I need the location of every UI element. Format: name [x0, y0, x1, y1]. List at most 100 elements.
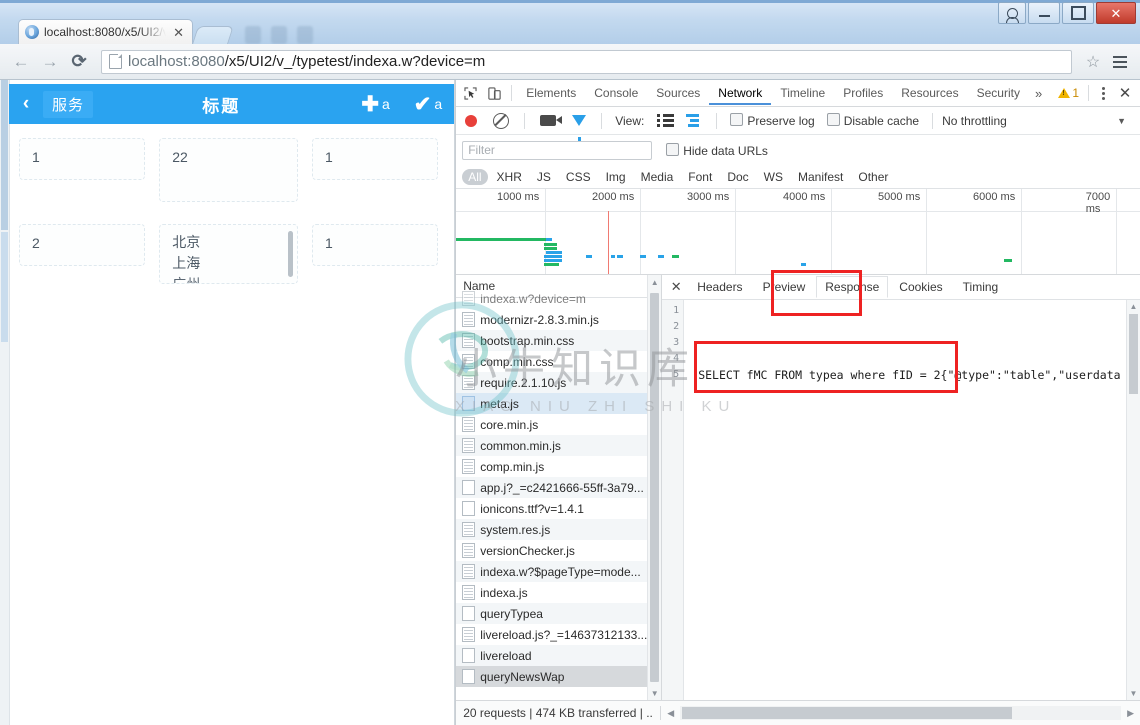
field-row1-col2[interactable]: 22	[159, 138, 298, 202]
type-filter-manifest[interactable]: Manifest	[792, 169, 849, 185]
request-row[interactable]: livereload	[456, 645, 662, 666]
field-row2-col1[interactable]: 2	[19, 224, 146, 266]
preserve-log-checkbox[interactable]	[730, 113, 744, 126]
scroll-up-icon[interactable]: ▲	[1127, 300, 1140, 313]
restore-button[interactable]	[1062, 2, 1094, 24]
request-list[interactable]: indexa.w?device=m modernizr-2.8.3.min.js b…	[456, 288, 662, 700]
close-button[interactable]: ✕	[1096, 2, 1136, 24]
request-row[interactable]: indexa.js	[456, 582, 661, 603]
address-bar[interactable]: localhost:8080/x5/UI2/v_/typetest/indexa…	[101, 49, 1072, 74]
preserve-log-option[interactable]: Preserve log	[730, 113, 815, 128]
scroll-down-icon[interactable]: ▼	[1127, 687, 1140, 700]
request-row[interactable]: system.res.js	[456, 519, 662, 540]
add-button[interactable]: ✚ a	[349, 94, 401, 115]
request-row[interactable]: versionChecker.js	[456, 540, 661, 561]
request-row[interactable]: bootstrap.min.css	[456, 330, 662, 351]
detail-close-icon[interactable]: ✕	[666, 279, 686, 295]
devtools-close-icon[interactable]: ✕	[1112, 84, 1138, 102]
clear-icon[interactable]	[493, 112, 510, 129]
scrollbar-thumb[interactable]	[650, 293, 660, 682]
list-view-icon[interactable]	[657, 114, 675, 127]
request-row[interactable]: comp.min.css	[456, 351, 661, 372]
tab-timeline[interactable]: Timeline	[771, 82, 834, 105]
minimize-button[interactable]	[1028, 2, 1060, 24]
more-tabs-icon[interactable]: »	[1029, 86, 1048, 101]
tab-console[interactable]: Console	[585, 82, 647, 105]
back-icon[interactable]: ←	[8, 49, 34, 75]
detail-tab-response[interactable]: Response	[816, 276, 889, 298]
field-row1-col1[interactable]: 1	[19, 138, 146, 180]
disable-cache-option[interactable]: Disable cache	[826, 113, 919, 128]
horizontal-scrollbar[interactable]	[680, 706, 1122, 720]
chevron-down-icon[interactable]: ▼	[1117, 116, 1126, 126]
list-item[interactable]: 广州	[172, 274, 285, 283]
scroll-right-icon[interactable]: ▶	[1127, 708, 1134, 719]
filter-icon[interactable]	[572, 115, 587, 141]
request-row[interactable]: queryTypea	[456, 603, 662, 624]
hide-data-urls-checkbox[interactable]	[666, 142, 680, 156]
list-item[interactable]: 北京	[172, 232, 285, 253]
inspect-element-icon[interactable]	[458, 81, 482, 105]
hide-data-urls-option[interactable]: Hide data URLs	[666, 142, 768, 158]
scroll-down-icon[interactable]: ▼	[648, 686, 661, 700]
warning-badge[interactable]: 1	[1054, 86, 1083, 100]
tab-resources[interactable]: Resources	[892, 82, 967, 105]
service-button[interactable]: 服务	[43, 90, 94, 118]
type-filter-doc[interactable]: Doc	[721, 169, 754, 185]
tab-sources[interactable]: Sources	[647, 82, 709, 105]
hamburger-menu-icon[interactable]	[1108, 50, 1132, 74]
request-row[interactable]: comp.min.js	[456, 456, 661, 477]
devtools-menu-icon[interactable]	[1094, 86, 1112, 100]
detail-tab-preview[interactable]: Preview	[754, 276, 815, 298]
tab-security[interactable]: Security	[968, 82, 1029, 105]
tab-elements[interactable]: Elements	[517, 82, 585, 105]
scroll-left-icon[interactable]: ◀	[667, 708, 674, 719]
request-row[interactable]: ionicons.ttf?v=1.4.1	[456, 498, 661, 519]
type-filter-other[interactable]: Other	[852, 169, 894, 185]
request-row[interactable]: app.j?_=c2421666-55ff-3a79...	[456, 477, 662, 498]
request-row[interactable]: indexa.w?device=m	[456, 288, 661, 309]
type-filter-ws[interactable]: WS	[758, 169, 789, 185]
type-filter-xhr[interactable]: XHR	[491, 169, 528, 185]
detail-tab-headers[interactable]: Headers	[688, 276, 751, 298]
detail-tab-timing[interactable]: Timing	[954, 276, 1008, 298]
type-filter-css[interactable]: CSS	[560, 169, 597, 185]
back-chevron-icon[interactable]: ‹	[9, 93, 43, 115]
request-row[interactable]: modernizr-2.8.3.min.js	[456, 309, 661, 330]
scrollbar-thumb[interactable]	[1, 80, 8, 230]
tab-profiles[interactable]: Profiles	[834, 82, 892, 105]
request-row[interactable]: common.min.js	[456, 435, 662, 456]
tab-close-icon[interactable]: ✕	[171, 26, 186, 39]
scrollbar-thumb[interactable]	[1129, 314, 1138, 394]
scrollbar-thumb[interactable]	[682, 707, 1013, 719]
field-row1-col3[interactable]: 1	[311, 138, 439, 180]
type-filter-img[interactable]: Img	[600, 169, 632, 185]
detail-tab-cookies[interactable]: Cookies	[890, 276, 951, 298]
device-toolbar-icon[interactable]	[482, 81, 506, 105]
new-tab-button[interactable]	[192, 26, 234, 44]
reload-icon[interactable]: ⟳	[66, 49, 92, 75]
type-filter-all[interactable]: All	[462, 168, 488, 185]
scroll-up-icon[interactable]: ▲	[648, 275, 661, 289]
capture-screenshots-icon[interactable]	[540, 115, 563, 126]
record-icon[interactable]	[465, 114, 478, 127]
forward-icon[interactable]: →	[37, 49, 63, 75]
throttling-select[interactable]: No throttling	[942, 114, 1007, 128]
type-filter-js[interactable]: JS	[531, 169, 557, 185]
request-row[interactable]: indexa.w?$pageType=mode...	[456, 561, 662, 582]
scrollbar-thumb-secondary[interactable]	[1, 232, 8, 342]
request-list-scrollbar[interactable]: ▲ ▼	[647, 275, 662, 700]
network-overview-timeline[interactable]: 1000 ms 2000 ms 3000 ms 4000 ms 5000 ms 6000 …	[456, 189, 1140, 275]
list-item[interactable]: 上海	[172, 253, 285, 274]
request-row[interactable]: livereload.js?_=14637312133...	[456, 624, 661, 645]
tab-network[interactable]: Network	[709, 82, 772, 105]
bookmark-star-icon[interactable]: ☆	[1081, 50, 1105, 74]
profile-button[interactable]	[998, 2, 1026, 24]
field-row2-col2-list[interactable]: 北京 上海 广州	[159, 224, 298, 284]
disable-cache-checkbox[interactable]	[826, 113, 840, 126]
type-filter-media[interactable]: Media	[635, 169, 680, 185]
horizontal-scroll-area[interactable]: ◀ ▶	[661, 706, 1140, 720]
browser-tab[interactable]: localhost:8080/x5/UI2/v ✕	[18, 19, 193, 44]
response-text[interactable]: SELECT fMC FROM typea where fID = 2{"@ty…	[684, 300, 1140, 700]
type-filter-font[interactable]: Font	[682, 169, 718, 185]
